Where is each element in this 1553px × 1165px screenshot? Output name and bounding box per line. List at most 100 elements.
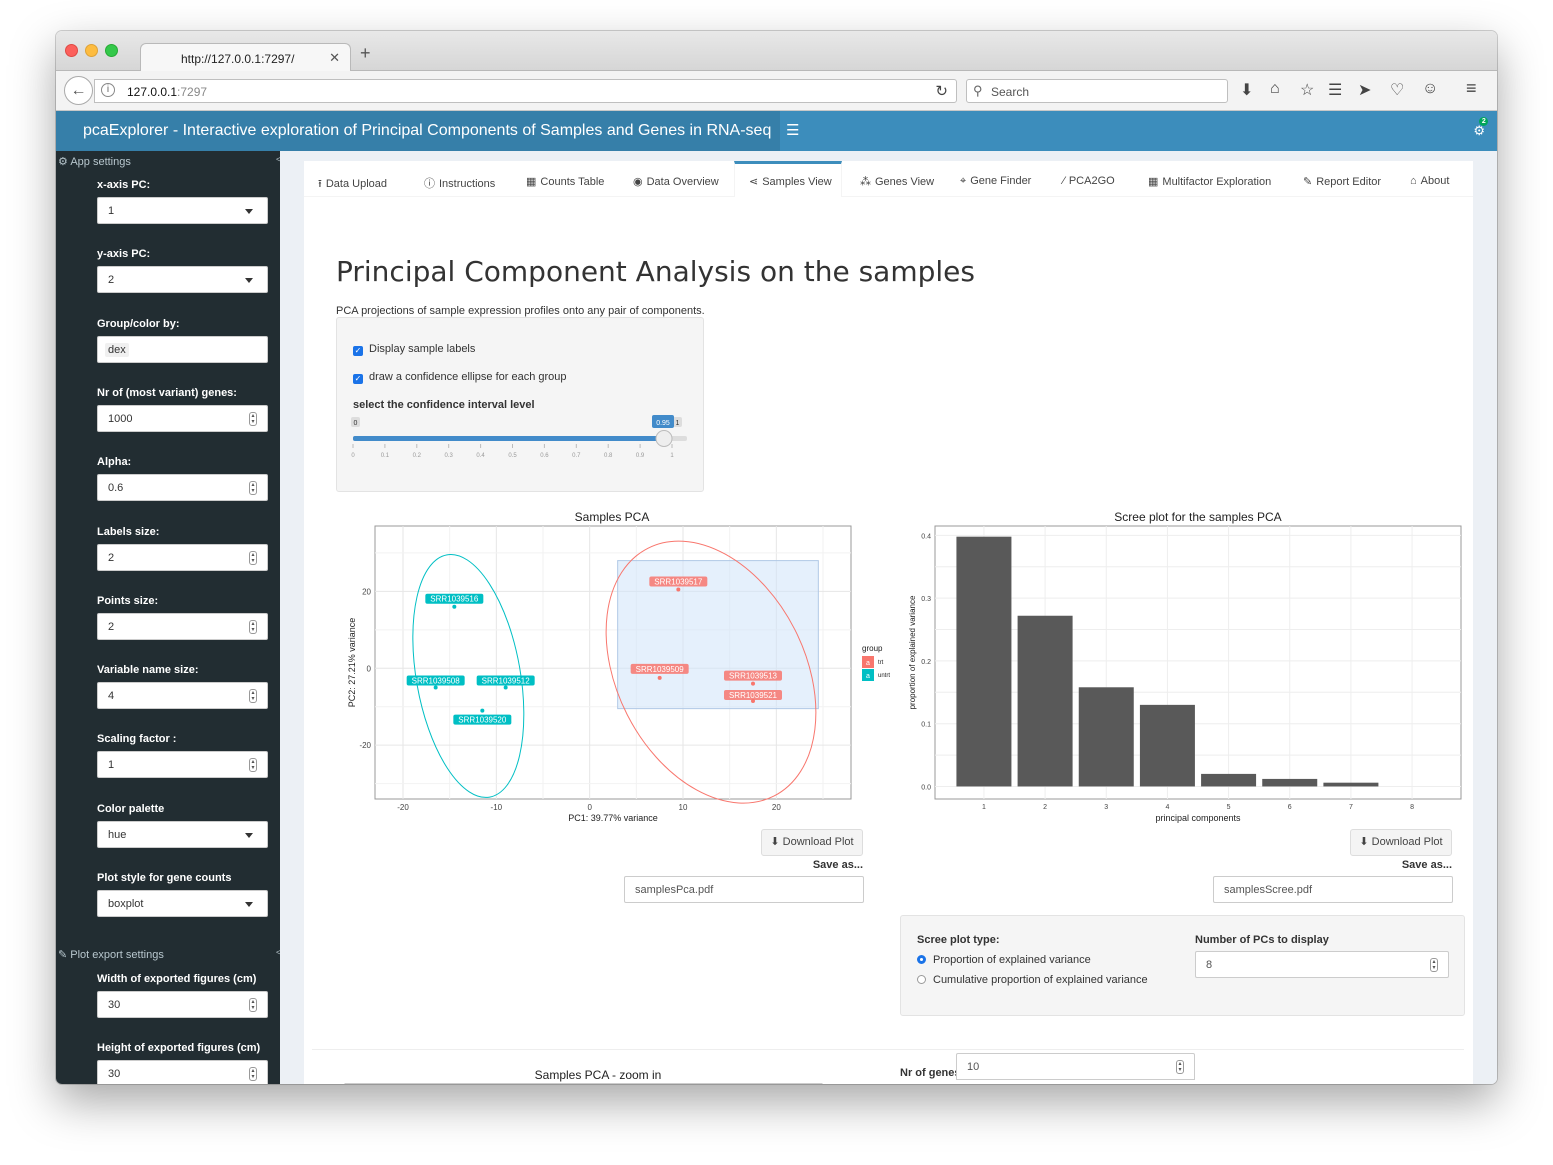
radio-selected-icon [917, 955, 926, 964]
crosshairs-icon: ⌖ [960, 175, 967, 187]
pca-y-label: PC2: 27.21% variance [347, 618, 357, 708]
address-bar[interactable]: i 127.0.0.1:7297 ↻ [94, 79, 957, 103]
sidebar-input-value: 1 [108, 759, 115, 772]
spinner-icon[interactable]: ▴ ▾ [249, 619, 257, 634]
minimize-window-button[interactable] [85, 44, 98, 57]
tab-data-upload[interactable]: ⭱ Data Upload [318, 161, 387, 197]
sidebar-field: Group/color by: dex [97, 318, 268, 363]
zoom-window-button[interactable] [105, 44, 118, 57]
pca-filename-input[interactable]: samplesPca.pdf [624, 876, 864, 903]
close-tab-icon[interactable]: ✕ [329, 50, 340, 66]
scree-bar [1201, 773, 1257, 787]
tab-samples-view[interactable]: ⋖ Samples View [734, 161, 842, 197]
close-window-button[interactable] [65, 44, 78, 57]
emoji-icon[interactable]: ☺ [1422, 80, 1438, 98]
sidebar-input-number[interactable]: 2 ▴ ▾ [97, 612, 268, 640]
send-icon[interactable]: ➤ [1358, 80, 1371, 100]
search-placeholder: Search [991, 85, 1030, 99]
settings-gear-icon[interactable]: ⚙ 2 [1473, 117, 1489, 139]
sidebar-input-number[interactable]: 0.6 ▴ ▾ [97, 474, 268, 502]
tab-data-overview[interactable]: ◉ Data Overview [633, 161, 719, 197]
sidebar-input-select[interactable]: 1 [97, 197, 268, 224]
sidebar-field-label: Scaling factor : [97, 733, 177, 746]
spinner-icon[interactable]: ▴ ▾ [249, 1067, 257, 1081]
export-input[interactable]: 30 ▴ ▾ [97, 991, 268, 1018]
pocket-icon[interactable]: ♡ [1390, 80, 1404, 100]
scree-bar [1139, 704, 1195, 787]
slider-tick-label: 0.6 [540, 453, 549, 459]
spinner-icon[interactable]: ▴ ▾ [249, 689, 257, 704]
sidebar-input-select[interactable]: boxplot [97, 890, 268, 917]
institution-icon: ⌂ [1410, 175, 1417, 187]
checkbox-checked-icon: ✓ [353, 374, 363, 384]
tab-report-editor[interactable]: ✎ Report Editor [1303, 161, 1381, 197]
download-icon[interactable]: ⬇ [1240, 80, 1253, 100]
checkbox-checked-icon: ✓ [353, 346, 363, 356]
pca-brush-selection[interactable] [617, 560, 819, 710]
chevron-down-icon [245, 278, 253, 284]
sidebar-field-label: x-axis PC: [97, 179, 151, 191]
sidebar-input-number[interactable]: 2 ▴ ▾ [97, 543, 268, 571]
new-tab-icon[interactable]: + [360, 43, 371, 64]
confidence-slider[interactable]: 0 1 0.95 0 0.1 0.2 0.3 0.4 0.5 0.6 0.7 0.8 0.9 1 [347, 414, 697, 464]
search-box[interactable]: ⚲ Search [966, 79, 1228, 103]
sidebar-toggle-icon[interactable]: ☰ [786, 121, 799, 139]
spinner-icon[interactable]: ▴ ▾ [249, 758, 257, 773]
spinner-icon[interactable]: ▴ ▾ [1430, 958, 1438, 972]
spinner-icon[interactable]: ▴ ▾ [249, 998, 257, 1012]
scree-download-button[interactable]: ⬇ Download Plot [1350, 829, 1452, 856]
sidebar-input-value: dex [105, 342, 129, 357]
tab-pca2go[interactable]: ⁄ PCA2GO [1063, 161, 1115, 197]
back-button[interactable]: ← [64, 76, 93, 105]
app-settings-header[interactable]: ⚙ App settings < [58, 155, 281, 168]
pca-point [657, 675, 662, 680]
confidence-ellipse-checkbox[interactable]: ✓ draw a confidence ellipse for each grou… [353, 371, 567, 384]
slider-tick-label: 0.9 [636, 453, 645, 459]
scree-x-label: principal components [1155, 813, 1241, 823]
pca-point-label: SRR1039520 [458, 716, 507, 725]
ngenes-input[interactable]: 10 ▴ ▾ [956, 1053, 1195, 1080]
scree-proportion-radio[interactable]: Proportion of explained variance [917, 954, 1091, 966]
info-icon[interactable]: i [101, 83, 115, 97]
spinner-icon[interactable]: ▴ ▾ [1176, 1060, 1184, 1074]
slider-tick-label: 0 [351, 453, 355, 459]
pca-legend-title: group [862, 644, 883, 653]
menu-icon[interactable]: ≡ [1466, 78, 1477, 99]
sidebar-input-value: 4 [108, 690, 115, 703]
tab-about[interactable]: ⌂ About [1410, 161, 1449, 197]
sidebar-input-number[interactable]: 1 ▴ ▾ [97, 751, 268, 779]
sidebar-input-select[interactable]: hue [97, 820, 268, 848]
scree-filename-input[interactable]: samplesScree.pdf [1213, 876, 1453, 903]
spinner-icon[interactable]: ▴ ▾ [249, 481, 257, 496]
tab-genes-view[interactable]: ⁂ Genes View [860, 161, 934, 197]
sidebar-input-tag[interactable]: dex [97, 335, 268, 363]
tab-instructions[interactable]: ⓘ Instructions [424, 161, 495, 197]
home-icon[interactable]: ⌂ [1270, 80, 1280, 98]
bookmark-star-icon[interactable]: ☆ [1300, 80, 1314, 100]
sidebar-input-value: 2 [108, 274, 115, 287]
tab-multifactor-exploration[interactable]: ▦ Multifactor Exploration [1148, 161, 1271, 197]
display-labels-checkbox[interactable]: ✓ Display sample labels [353, 343, 475, 356]
pca-download-button[interactable]: ⬇ Download Plot [761, 829, 863, 856]
plot-export-header[interactable]: ✎ Plot export settings < [58, 948, 281, 961]
spinner-icon[interactable]: ▴ ▾ [249, 411, 257, 426]
spinner-icon[interactable]: ▴ ▾ [249, 550, 257, 565]
pca-point-label: SRR1039516 [430, 595, 479, 604]
sidebar-input-select[interactable]: 2 [97, 266, 268, 294]
sidebar-input-number[interactable]: 1000 ▴ ▾ [97, 404, 268, 432]
browser-tab[interactable]: http://127.0.0.1:7297/ ✕ [140, 43, 351, 72]
npcs-input[interactable]: 8 ▴ ▾ [1195, 951, 1449, 978]
reload-icon[interactable]: ↻ [935, 82, 948, 100]
sidebar-input-number[interactable]: 4 ▴ ▾ [97, 682, 268, 710]
tab-counts-table[interactable]: ▦ Counts Table [526, 161, 604, 197]
tab-gene-finder[interactable]: ⌖ Gene Finder [960, 161, 1031, 197]
pca-point-label: SRR1039512 [482, 676, 531, 685]
scree-x-tick: 5 [1227, 804, 1231, 811]
export-input[interactable]: 30 ▴ ▾ [97, 1060, 268, 1084]
slider-tick-label: 1 [670, 453, 674, 459]
scree-cumulative-radio[interactable]: Cumulative proportion of explained varia… [917, 974, 1148, 986]
pca-y-tick: -20 [359, 741, 371, 750]
reader-list-icon[interactable]: ☰ [1328, 80, 1342, 100]
ngenes-value: 10 [967, 1061, 980, 1073]
slider-handle[interactable] [655, 430, 673, 447]
